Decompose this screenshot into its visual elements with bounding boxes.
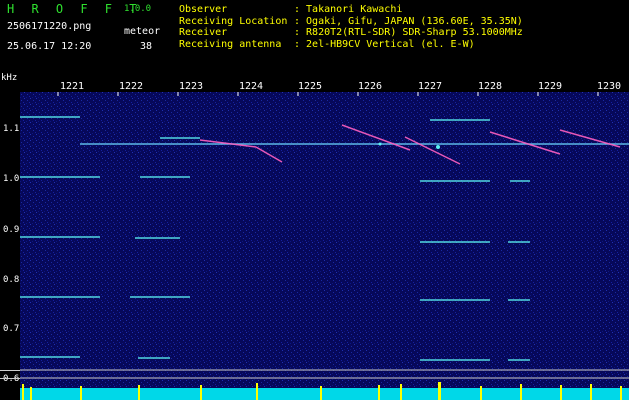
- freq-unit-label: kHz: [1, 73, 18, 83]
- meteor-label: meteor: [124, 26, 161, 37]
- freq-tick-0.8: 0.8: [3, 275, 20, 285]
- freq-axis-line: [0, 378, 20, 379]
- noise-background: [20, 92, 629, 400]
- freq-tick-0.6: 0.6: [3, 374, 20, 384]
- time-tick-1230: 1230: [597, 81, 622, 92]
- info-value: : 2el-HB9CV Vertical (el. E-W): [294, 38, 475, 50]
- time-tick-1225: 1225: [298, 81, 323, 92]
- info-value: : Takanori Kawachi: [294, 4, 403, 15]
- info-row-antenna: Receiving antenna : 2el-HB9CV Vertical (e…: [179, 39, 523, 51]
- freq-tick-1.1: 1.1: [3, 124, 20, 134]
- level-histogram: [20, 388, 629, 400]
- spectrogram: [20, 92, 629, 400]
- time-tick-1221: 1221: [60, 81, 85, 92]
- freq-tick-0.9: 0.9: [3, 225, 20, 235]
- info-key: Receiver: [179, 27, 228, 38]
- spectrogram-plot: [20, 92, 629, 400]
- file-name: 2506171220.png: [7, 21, 92, 32]
- time-tick-1223: 1223: [179, 81, 204, 92]
- time-tick-1228: 1228: [478, 81, 503, 92]
- freq-tick-0.7: 0.7: [3, 324, 20, 334]
- info-value: : Ogaki, Gifu, JAPAN (136.60E, 35.35N): [294, 15, 523, 27]
- station-info: Observer : Takanori Kawachi Receiving Loc…: [179, 4, 523, 50]
- time-tick-1227: 1227: [418, 81, 443, 92]
- time-tick-1222: 1222: [119, 81, 144, 92]
- info-value: : R820T2(RTL-SDR) SDR-Sharp 53.1000MHz: [294, 27, 523, 38]
- time-tick-1226: 1226: [358, 81, 383, 92]
- date-time: 25.06.17 12:20: [7, 41, 92, 52]
- info-row-location: Receiving Location : Ogaki, Gifu, JAPAN (…: [179, 16, 523, 28]
- header-panel: H R O F F T 1.0.0 2506171220.png 25.06.1…: [0, 0, 629, 72]
- info-key: Observer: [179, 4, 228, 15]
- time-tick-1229: 1229: [538, 81, 563, 92]
- freq-tick-1.0: 1.0: [3, 174, 20, 184]
- info-row-observer: Observer : Takanori Kawachi: [179, 4, 523, 16]
- info-key: Receiving antenna: [179, 38, 282, 50]
- time-tick-1224: 1224: [239, 81, 264, 92]
- meteor-count: 38: [140, 41, 153, 52]
- app-version: 1.0.0: [124, 4, 152, 14]
- info-key: Receiving Location: [179, 15, 288, 27]
- app-title: H R O F F T: [7, 2, 142, 16]
- freq-axis-line: [0, 370, 20, 371]
- info-row-receiver: Receiver : R820T2(RTL-SDR) SDR-Sharp 53.1…: [179, 27, 523, 39]
